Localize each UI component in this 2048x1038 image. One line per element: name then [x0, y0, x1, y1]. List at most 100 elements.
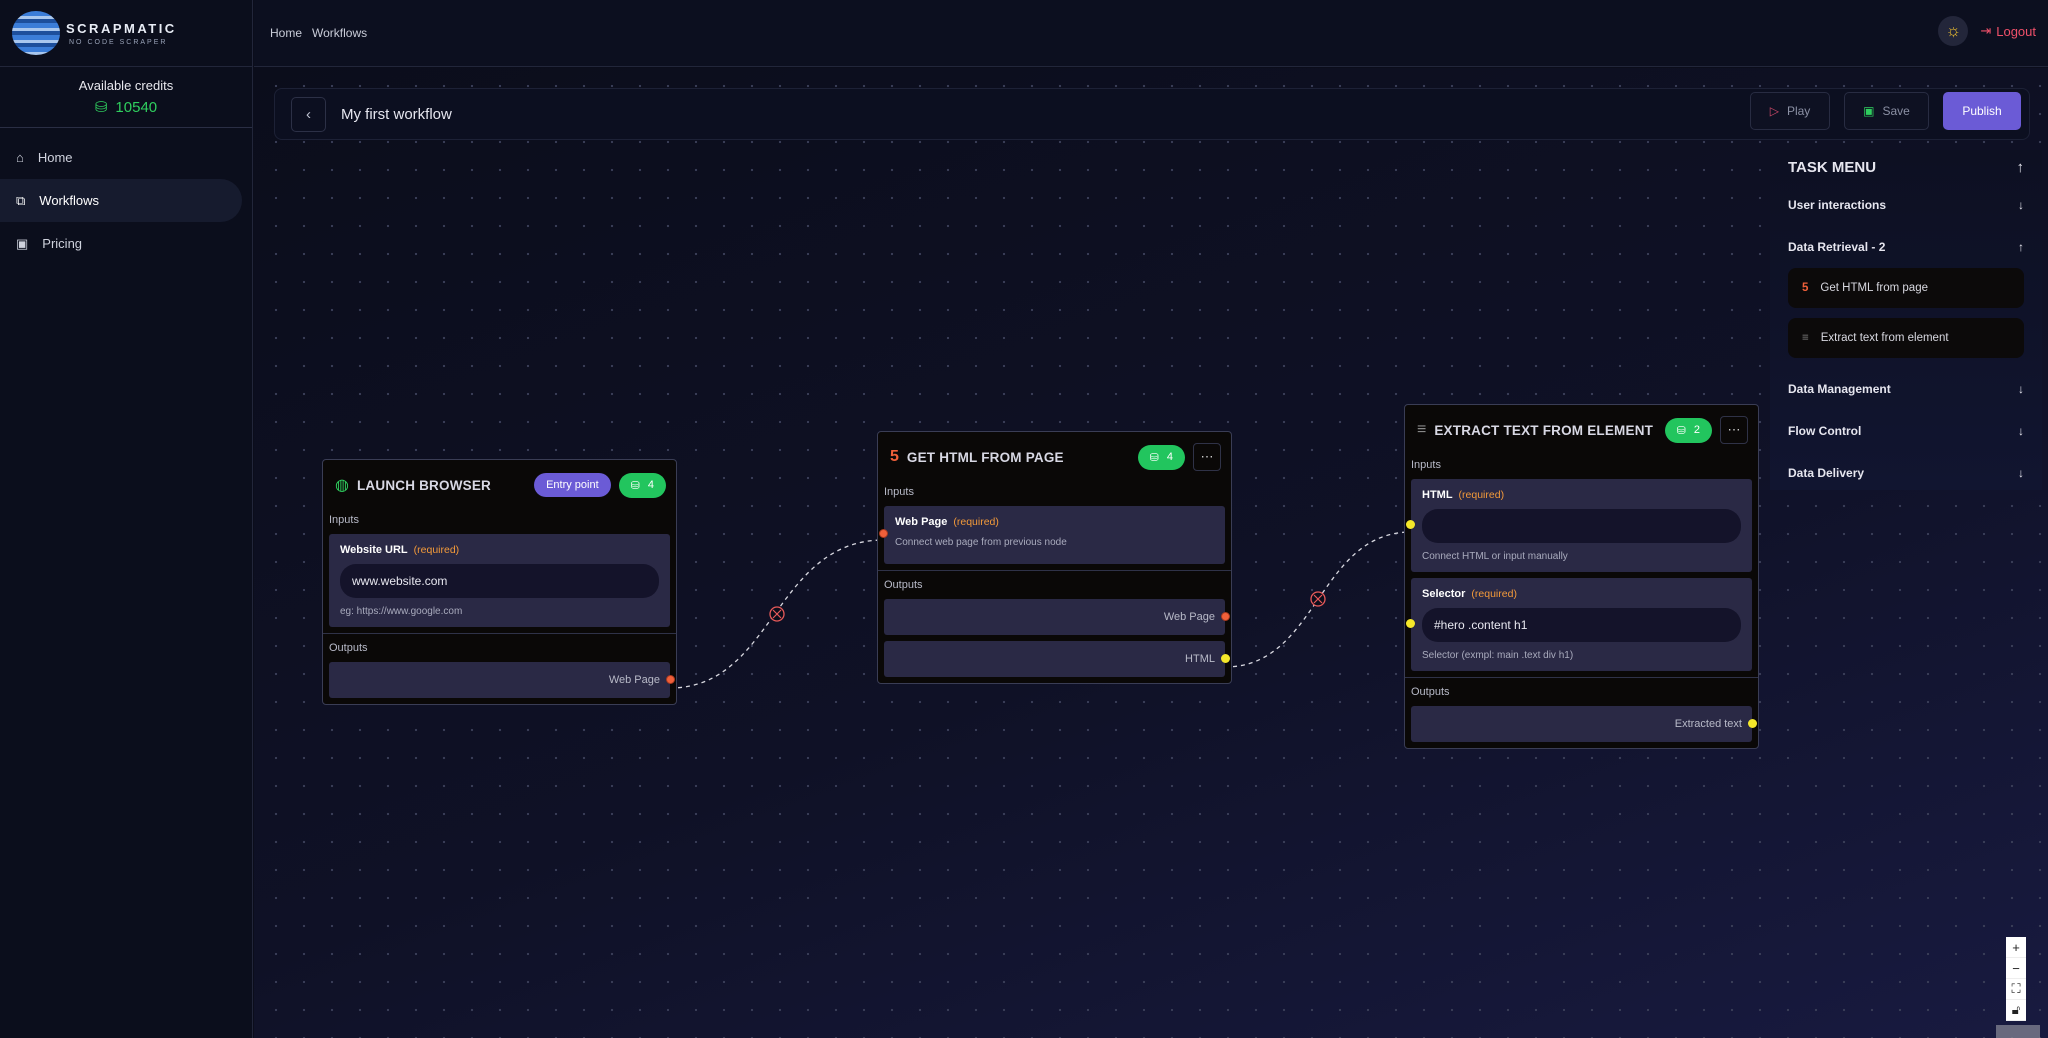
- arrow-down-icon: ↓: [2018, 466, 2024, 480]
- publish-button[interactable]: Publish: [1943, 92, 2021, 130]
- back-button[interactable]: ‹: [291, 96, 326, 132]
- inputs-label: Inputs: [329, 514, 359, 526]
- selector-input[interactable]: #hero .content h1: [1422, 608, 1741, 642]
- task-item-get-html[interactable]: 5 Get HTML from page: [1788, 268, 2024, 308]
- output-handle-web-page[interactable]: [666, 675, 675, 684]
- workflow-icon: ⧉: [16, 192, 26, 208]
- output-handle-web-page[interactable]: [1221, 612, 1230, 621]
- node-title: LAUNCH BROWSER: [356, 477, 492, 493]
- home-icon: ⌂: [16, 150, 24, 165]
- task-item-label: Get HTML from page: [1820, 282, 1928, 294]
- brand-name: SCRAPMATIC: [66, 20, 177, 36]
- logo-globe-icon: [12, 11, 60, 55]
- section-label: Flow Control: [1788, 424, 1862, 438]
- more-options-button[interactable]: ⋯: [1193, 443, 1221, 471]
- save-button[interactable]: ▣ Save: [1844, 92, 1929, 130]
- cost-value: 4: [1166, 451, 1173, 463]
- brand-tagline: NO CODE SCRAPER: [69, 38, 168, 46]
- zoom-in-icon[interactable]: +: [2006, 937, 2026, 958]
- play-icon: ▷: [1769, 104, 1779, 118]
- section-label: User interactions: [1788, 198, 1887, 212]
- text-lines-icon: ≡: [1802, 332, 1809, 344]
- logout-button[interactable]: ⇥ Logout: [1980, 23, 2036, 39]
- arrow-down-icon: ↓: [2018, 198, 2024, 212]
- field-hint: Connect web page from previous node: [895, 537, 1067, 548]
- arrow-up-icon: ↑: [2018, 240, 2024, 254]
- sidebar-item-label: Pricing: [42, 236, 83, 251]
- logout-icon: ⇥: [1980, 23, 1992, 38]
- input-web-page: Web Page (required) Connect web page from…: [879, 506, 1225, 564]
- field-label: Website URL: [340, 544, 408, 556]
- fit-view-icon[interactable]: ⛶: [2006, 979, 2026, 1000]
- website-url-input[interactable]: www.website.com: [340, 564, 659, 598]
- field-hint: Connect HTML or input manually: [1422, 551, 1568, 562]
- edge-delete-icon[interactable]: [769, 606, 785, 622]
- input-website-url: Website URL (required) www.website.com eg…: [329, 534, 670, 627]
- input-handle-selector[interactable]: [1406, 619, 1415, 628]
- output-handle-extracted-text[interactable]: [1748, 719, 1757, 728]
- field-label: HTML: [1422, 489, 1453, 501]
- zoom-out-icon[interactable]: −: [2006, 958, 2026, 979]
- banknote-icon: ▣: [16, 235, 29, 251]
- task-item-extract-text[interactable]: ≡ Extract text from element: [1788, 318, 2024, 358]
- output-label: HTML: [1185, 653, 1215, 665]
- edge-delete-icon[interactable]: [1310, 591, 1326, 607]
- outputs-label: Outputs: [884, 579, 923, 591]
- task-section-user-interactions[interactable]: User interactions ↓: [1788, 184, 2024, 226]
- input-handle-web-page[interactable]: [879, 529, 888, 538]
- theme-toggle-sun-icon[interactable]: ☼: [1938, 16, 1969, 46]
- text-lines-icon: ≡: [1417, 421, 1427, 438]
- task-section-data-retrieval[interactable]: Data Retrieval - 2 ↑: [1788, 226, 2024, 268]
- sidebar-item-label: Home: [37, 150, 73, 165]
- task-item-label: Extract text from element: [1820, 332, 1949, 344]
- cost-value: 4: [647, 479, 654, 491]
- save-icon: ▣: [1863, 104, 1875, 118]
- credit-cost-badge: ⛁ 2: [1664, 417, 1712, 443]
- output-handle-html[interactable]: [1221, 654, 1230, 663]
- field-hint: Selector (exmpl: main .text div h1): [1422, 650, 1574, 661]
- output-web-page: Web Page: [329, 662, 675, 698]
- field-label: Web Page: [895, 516, 948, 528]
- task-section-data-management[interactable]: Data Management ↓: [1788, 368, 2024, 410]
- output-extracted-text: Extracted text: [1411, 706, 1757, 742]
- attribution[interactable]: [1996, 1025, 2040, 1038]
- breadcrumb-workflows[interactable]: Workflows: [312, 26, 367, 40]
- play-button[interactable]: ▷ Play: [1750, 92, 1830, 130]
- required-tag: (required): [1471, 588, 1517, 600]
- node-extract-text[interactable]: ≡ EXTRACT TEXT FROM ELEMENT ⛁ 2 ⋯ Inputs …: [1404, 404, 1759, 749]
- task-menu-header[interactable]: TASK MENU ↑: [1788, 150, 2024, 184]
- coins-icon: ⛁: [94, 99, 108, 116]
- task-section-data-delivery[interactable]: Data Delivery ↓: [1788, 452, 2024, 494]
- required-tag: (required): [1458, 489, 1505, 501]
- required-tag: (required): [413, 544, 460, 556]
- workflow-canvas[interactable]: ‹ My first workflow ▷ Play ▣ Save Publish …: [254, 68, 2048, 1038]
- coins-icon: ⛁: [1149, 451, 1159, 464]
- outputs-label: Outputs: [1411, 686, 1450, 698]
- task-section-flow-control[interactable]: Flow Control ↓: [1788, 410, 2024, 452]
- sidebar-item-home[interactable]: ⌂ Home: [0, 136, 242, 179]
- logo[interactable]: SCRAPMATIC NO CODE SCRAPER: [0, 0, 252, 67]
- sidebar-item-workflows[interactable]: ⧉ Workflows: [0, 179, 242, 222]
- field-hint: eg: https://www.google.com: [340, 606, 463, 617]
- edge-gethtml-to-extract[interactable]: [1224, 531, 1412, 668]
- breadcrumb-home[interactable]: Home: [270, 26, 302, 40]
- output-label: Extracted text: [1674, 718, 1742, 730]
- node-title: EXTRACT TEXT FROM ELEMENT: [1434, 422, 1654, 438]
- section-label: Data Management: [1788, 382, 1891, 396]
- edge-launch-to-gethtml[interactable]: [669, 539, 885, 689]
- output-label: Web Page: [1163, 611, 1215, 623]
- node-get-html[interactable]: 5 GET HTML FROM PAGE ⛁ 4 ⋯ Inputs Web Pag…: [877, 431, 1232, 684]
- required-tag: (required): [953, 516, 999, 528]
- sidebar: SCRAPMATIC NO CODE SCRAPER Available cred…: [0, 0, 253, 1038]
- sidebar-item-pricing[interactable]: ▣ Pricing: [0, 222, 242, 265]
- lock-icon[interactable]: 🔓︎: [2006, 1000, 2026, 1021]
- node-launch-browser[interactable]: ◍ LAUNCH BROWSER Entry point ⛁ 4 Inputs W…: [322, 459, 677, 705]
- arrow-up-icon: ↑: [2016, 158, 2025, 176]
- coins-icon: ⛁: [1676, 424, 1686, 437]
- input-handle-html[interactable]: [1406, 520, 1415, 529]
- workflow-header: ‹ My first workflow ▷ Play ▣ Save Publish: [274, 88, 2030, 140]
- html-input[interactable]: [1422, 509, 1741, 543]
- more-options-button[interactable]: ⋯: [1720, 416, 1748, 444]
- inputs-label: Inputs: [1411, 459, 1441, 471]
- canvas-controls: + − ⛶ 🔓︎: [2006, 937, 2026, 1021]
